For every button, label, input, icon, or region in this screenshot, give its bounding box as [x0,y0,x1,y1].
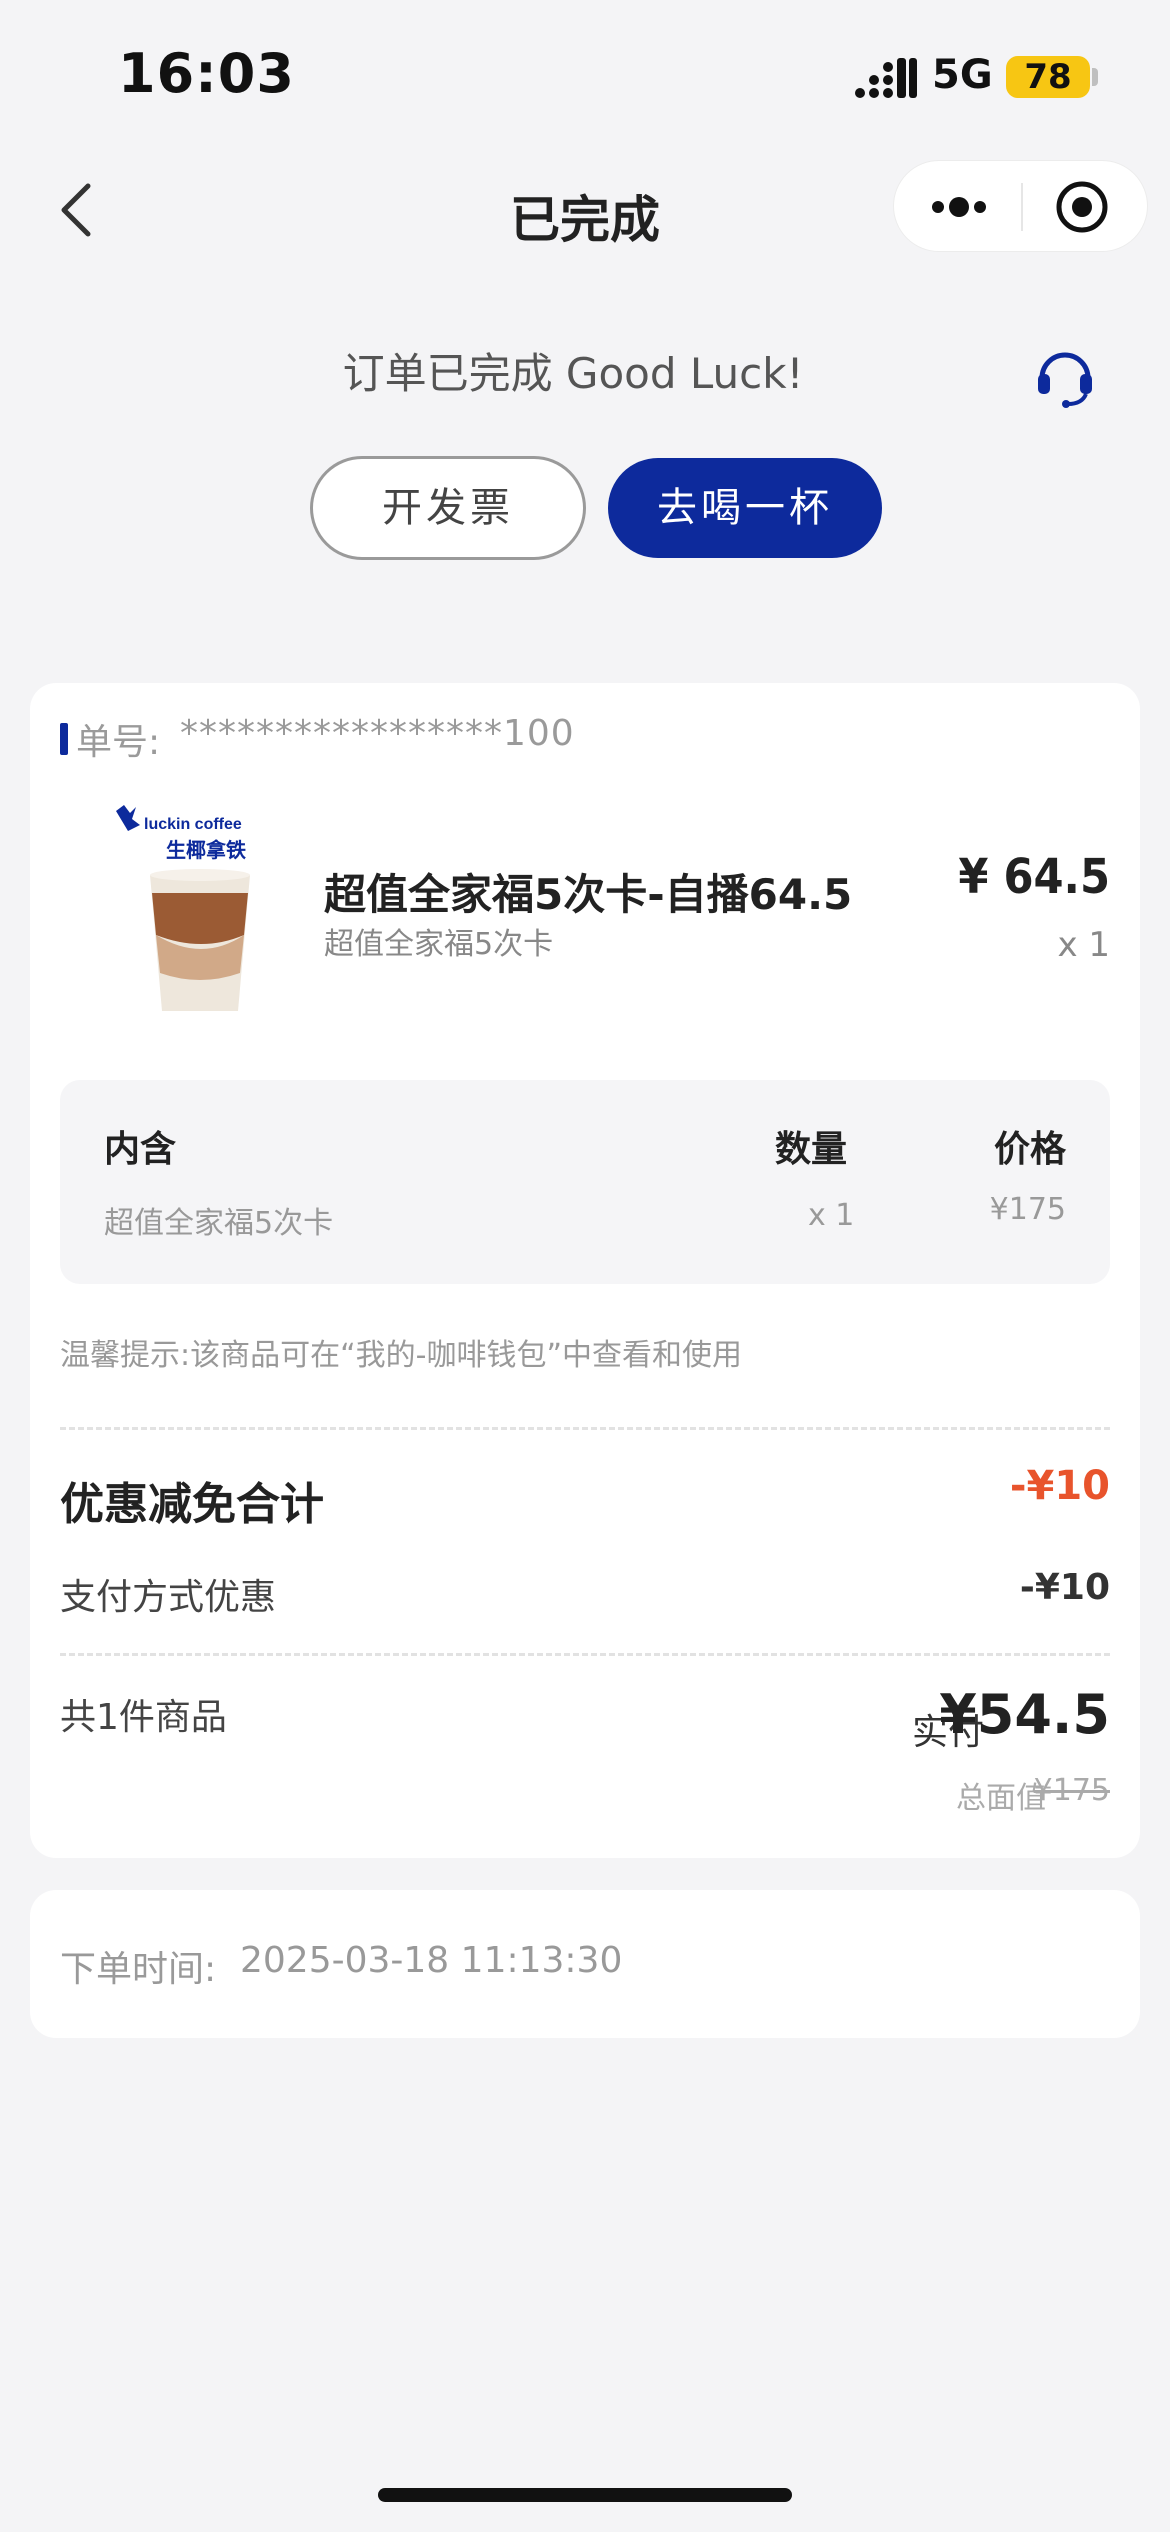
contents-header-price: 价格 [993,1129,1066,1170]
contents-row-price: ¥175 [989,1192,1066,1227]
coffee-cup-icon: luckin coffee 生椰拿铁 [116,805,250,1011]
drink-button[interactable]: 去喝一杯 [608,458,882,558]
contents-table: 内含 数量 价格 超值全家福5次卡 x 1 ¥175 [60,1080,1110,1284]
dashed-divider [60,1427,1110,1430]
order-time-label: 下单时间: [60,1949,217,1990]
face-value-label: 总面值 [956,1781,1046,1816]
contents-row-quantity: x 1 [808,1198,855,1233]
order-card: 单号: *****************100 luckin coffee 生… [30,683,1140,1858]
product-name: 超值全家福5次卡-自播64.5 [324,870,853,919]
network-type: 5G [932,52,993,98]
order-status-text: 订单已完成 Good Luck! [342,349,804,398]
face-value-amount: ¥175 [1033,1773,1110,1808]
logo-text: luckin coffee [144,816,242,833]
headset-icon[interactable] [1030,340,1100,410]
battery-level: 78 [1024,57,1072,97]
discount-total-amount: -¥10 [1009,1463,1110,1509]
dashed-divider [60,1653,1110,1656]
product-image: luckin coffee 生椰拿铁 [110,803,300,1023]
order-accent-bar [60,723,68,755]
order-time-card: 下单时间: 2025-03-18 11:13:30 [30,1890,1140,2038]
product-subtitle: 超值全家福5次卡 [324,927,554,962]
order-number-label: 单号: [76,722,161,763]
capsule-divider [1021,183,1023,231]
order-time-value: 2025-03-18 11:13:30 [240,1940,623,1981]
discount-total-label: 优惠减免合计 [60,1479,324,1530]
target-close-icon[interactable] [1054,179,1110,235]
usage-tip: 温馨提示:该商品可在“我的-咖啡钱包”中查看和使用 [60,1338,743,1373]
item-count: 共1件商品 [60,1697,227,1738]
payment-discount-label: 支付方式优惠 [60,1577,277,1618]
order-number: *****************100 [180,713,575,754]
mini-program-capsule [893,160,1148,252]
contents-header-item: 内含 [104,1129,177,1170]
contents-header-quantity: 数量 [775,1129,848,1170]
contents-row-item: 超值全家福5次卡 [104,1206,334,1241]
status-time: 16:03 [118,42,295,105]
payment-discount-amount: -¥10 [1019,1567,1110,1608]
signal-icon [855,58,917,98]
battery-icon: 78 [1006,56,1090,98]
more-dots-icon[interactable] [924,187,994,227]
product-quantity: x 1 [1057,925,1110,965]
product-price: ¥ 64.5 [958,849,1110,905]
home-indicator[interactable] [378,2488,792,2502]
product-image-caption: 生椰拿铁 [166,838,246,862]
paid-amount: ¥54.5 [939,1683,1110,1746]
battery-tip [1092,68,1098,86]
invoice-button[interactable]: 开发票 [310,456,586,560]
